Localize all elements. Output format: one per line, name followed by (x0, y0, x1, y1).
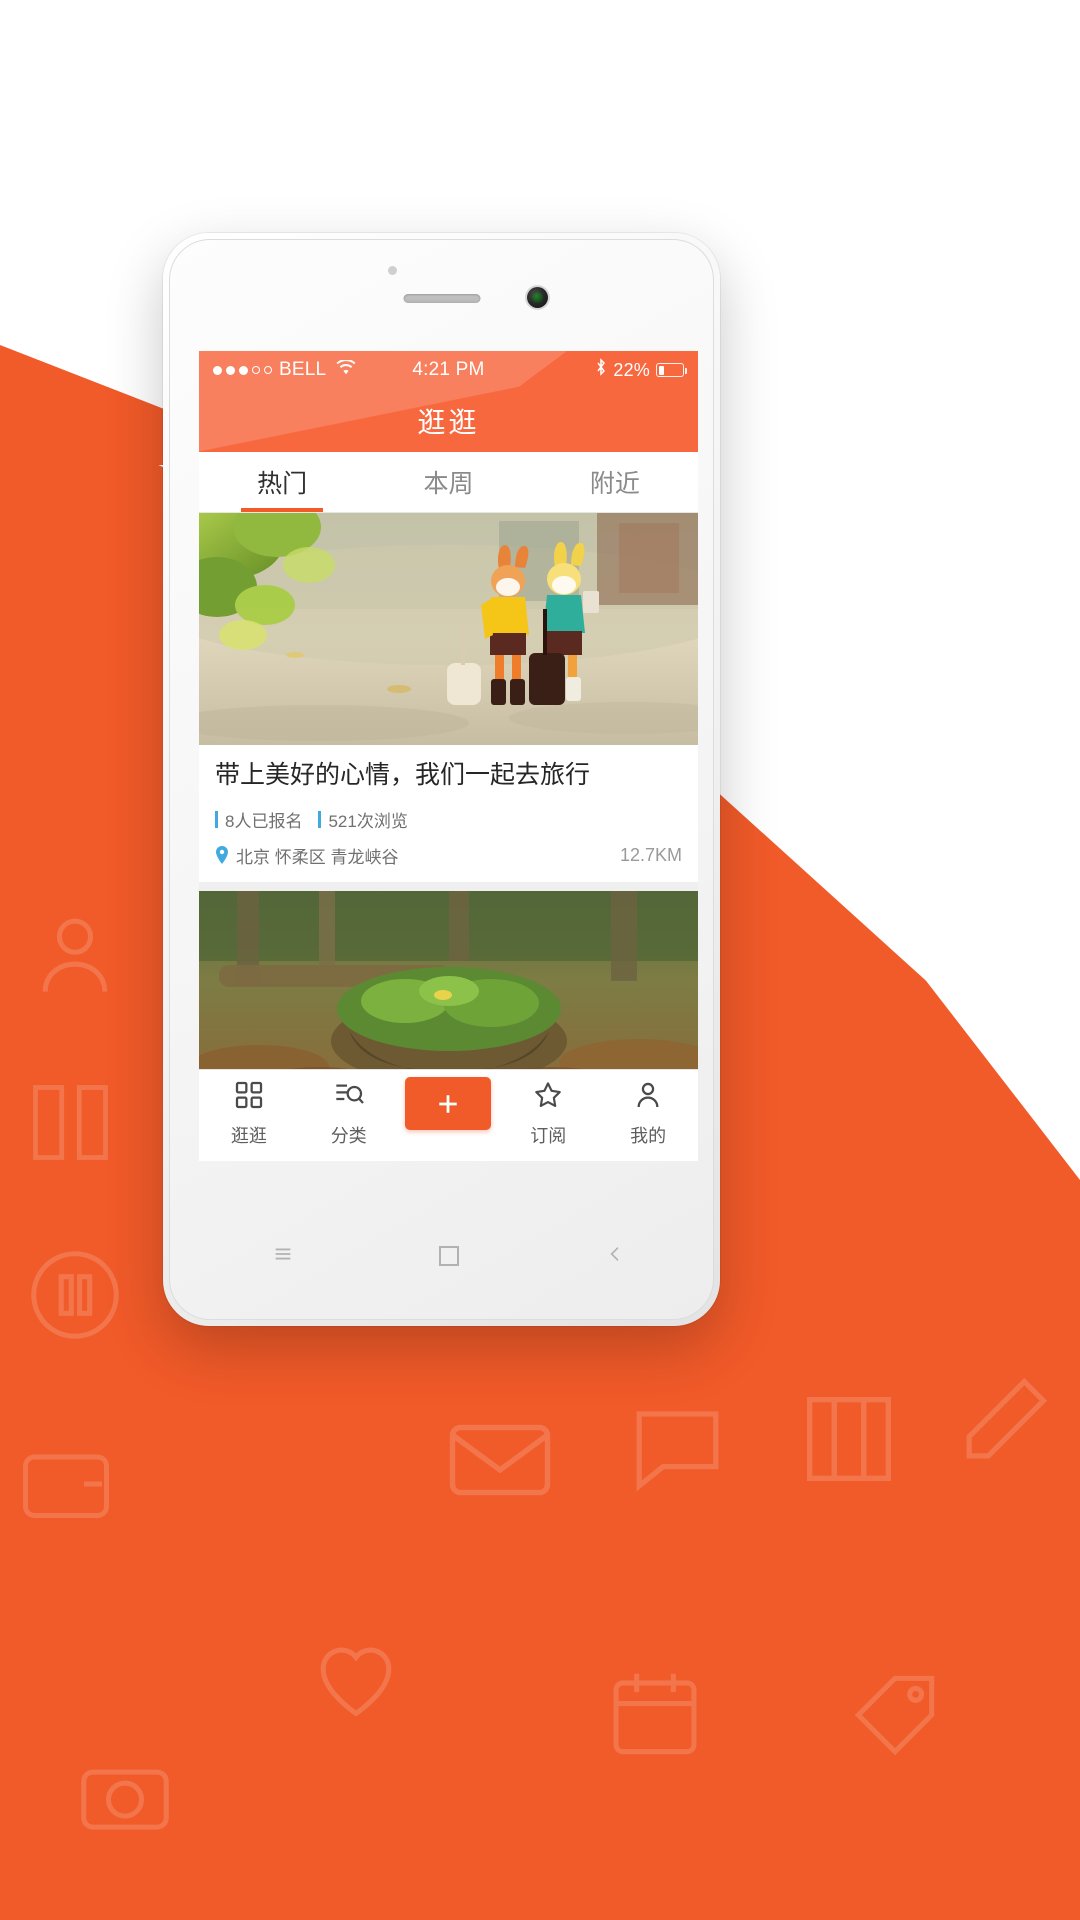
carrier-label: BELL (279, 359, 327, 380)
tab-hot[interactable]: 热门 (199, 452, 365, 512)
earpiece-speaker (403, 294, 480, 303)
tab-this-week[interactable]: 本周 (365, 452, 531, 512)
person-icon (632, 1079, 664, 1116)
signal-strength-icon (213, 365, 272, 375)
page-title: 逛逛 (417, 406, 480, 438)
feed-card-photo (199, 513, 698, 745)
status-bar-right: 22% (595, 358, 687, 382)
nav-item-subscribe-label: 订阅 (530, 1126, 567, 1146)
nav-item-category[interactable]: 分类 (305, 1079, 393, 1148)
mail-watermark-icon (449, 1424, 551, 1496)
back-icon[interactable] (605, 1244, 625, 1269)
meta-accent-bar (318, 810, 322, 828)
location-pin-icon (215, 846, 229, 864)
bluetooth-icon (595, 358, 607, 382)
feed-card-photo (199, 890, 698, 1091)
bars-watermark-icon (33, 1085, 108, 1160)
nav-item-profile[interactable]: 我的 (604, 1079, 692, 1148)
signup-count-label: 8人已报名 (225, 811, 303, 831)
heart-watermark-icon (320, 1647, 392, 1717)
signup-count: 8人已报名 (215, 807, 302, 832)
nav-item-browse-label: 逛逛 (230, 1126, 267, 1146)
status-bar-clock: 4:21 PM (412, 359, 485, 380)
feed-card-body: 带上美好的心情，我们一起去旅行 8人已报名 521次浏览 北京 怀柔区 青龙峡谷… (199, 745, 698, 882)
feed-card-title: 带上美好的心情，我们一起去旅行 (215, 761, 591, 789)
menu-icon[interactable] (272, 1243, 294, 1270)
phone-screen: BELL 4:21 PM 22% 逛逛 热门 本周 附近 带上美好的心情，我们一… (199, 351, 698, 1161)
nav-item-browse[interactable]: 逛逛 (205, 1079, 293, 1148)
feed-list[interactable]: 带上美好的心情，我们一起去旅行 8人已报名 521次浏览 北京 怀柔区 青龙峡谷… (199, 513, 698, 1103)
user-watermark-icon (42, 918, 108, 992)
book-watermark-icon (806, 1396, 892, 1482)
camera-watermark-icon (81, 1769, 169, 1830)
app-title-bar: 逛逛 (199, 389, 698, 452)
chat-watermark-icon (636, 1411, 719, 1492)
android-soft-keys (199, 1227, 698, 1285)
tab-nearby-label: 附近 (589, 470, 640, 498)
home-icon[interactable] (439, 1246, 460, 1266)
proximity-sensor-icon (387, 266, 397, 275)
plus-icon (439, 1094, 458, 1113)
feed-card[interactable] (199, 890, 698, 1091)
phone-front-panel: BELL 4:21 PM 22% 逛逛 热门 本周 附近 带上美好的心情，我们一… (169, 239, 714, 1320)
wallet-watermark-icon (23, 1454, 109, 1518)
feed-card-distance: 12.7KM (619, 844, 682, 865)
view-count-label: 521次浏览 (328, 811, 408, 831)
feed-card-location-row: 北京 怀柔区 青龙峡谷 12.7KM (215, 843, 682, 868)
bottom-navigation-bar: 逛逛 分类 订阅 我的 (199, 1069, 698, 1161)
tab-this-week-label: 本周 (423, 470, 474, 498)
meta-accent-bar (215, 810, 218, 828)
tab-hot-label: 热门 (257, 470, 308, 498)
battery-percent-label: 22% (613, 359, 650, 380)
nav-item-subscribe[interactable]: 订阅 (504, 1079, 592, 1148)
category-search-icon (333, 1079, 365, 1116)
pencil-watermark-icon (966, 1377, 1048, 1459)
nav-item-category-label: 分类 (330, 1126, 367, 1146)
tab-nearby[interactable]: 附近 (532, 452, 698, 512)
status-bar: BELL 4:21 PM 22% (199, 351, 698, 389)
feed-card-meta: 8人已报名 521次浏览 (215, 807, 682, 832)
feed-card-location: 北京 怀柔区 青龙峡谷 (236, 847, 399, 867)
nav-item-add[interactable] (404, 1077, 492, 1130)
battery-icon (656, 363, 687, 377)
front-camera-icon (527, 287, 548, 308)
calendar-watermark-icon (613, 1673, 697, 1755)
view-count: 521次浏览 (318, 807, 408, 832)
tab-bar: 热门 本周 附近 (199, 452, 698, 513)
star-icon (532, 1079, 564, 1116)
grid-browse-icon (233, 1079, 265, 1116)
nav-item-profile-label: 我的 (630, 1126, 667, 1146)
feed-card[interactable]: 带上美好的心情，我们一起去旅行 8人已报名 521次浏览 北京 怀柔区 青龙峡谷… (199, 513, 698, 882)
tag-watermark-icon (854, 1675, 935, 1756)
wifi-icon (336, 358, 356, 381)
status-bar-left: BELL (213, 358, 356, 381)
add-post-button[interactable] (405, 1077, 492, 1130)
phone-device-mockup: BELL 4:21 PM 22% 逛逛 热门 本周 附近 带上美好的心情，我们一… (163, 233, 720, 1326)
pause-watermark-icon (31, 1251, 119, 1339)
